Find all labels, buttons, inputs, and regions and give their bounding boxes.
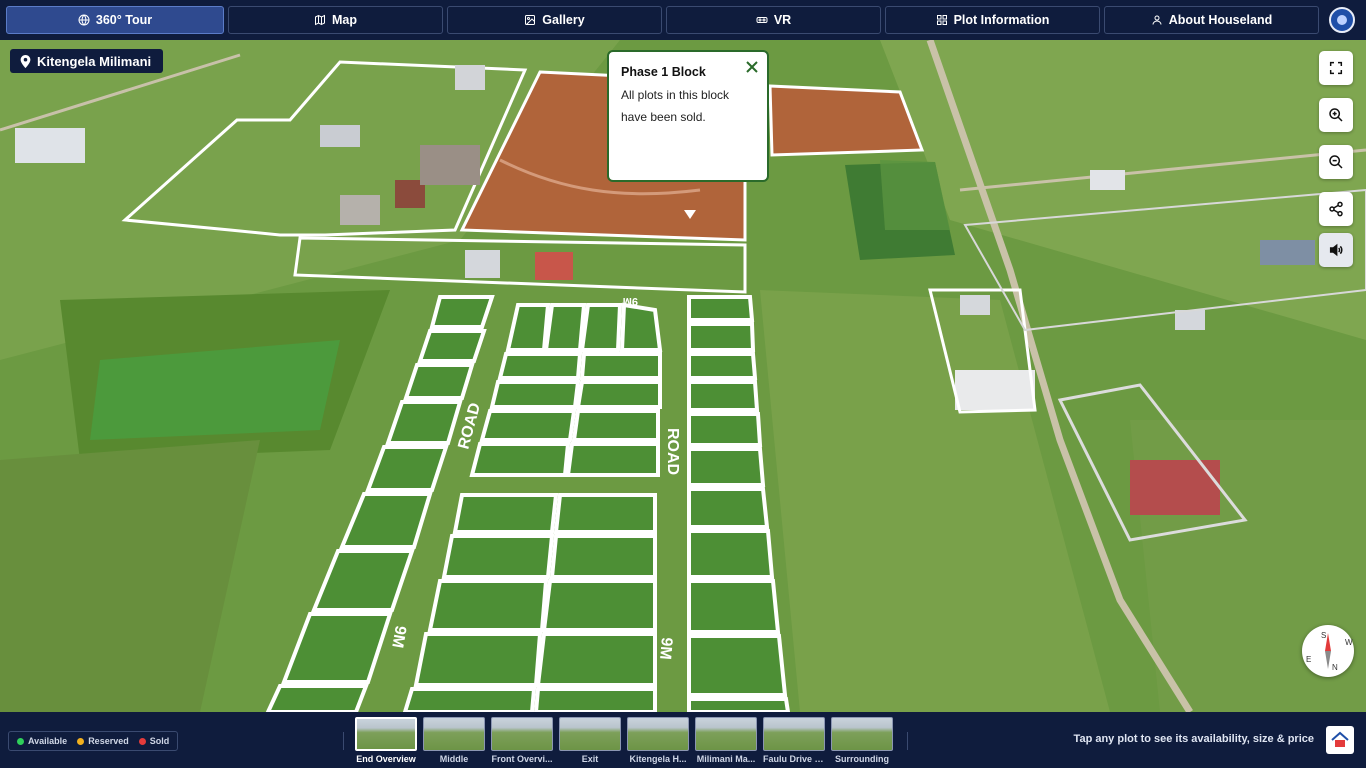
tab-label: 360° Tour	[95, 13, 153, 27]
tab-label: About Houseland	[1168, 13, 1273, 27]
legend-sold: Sold	[138, 736, 170, 746]
tab-label: Map	[332, 13, 357, 27]
zoom-in-icon	[1329, 108, 1343, 122]
compass-e-label: E	[1306, 655, 1312, 664]
zoom-in-button[interactable]	[1319, 98, 1353, 132]
tab-map[interactable]: Map	[228, 6, 443, 34]
legend-label: Sold	[149, 736, 170, 746]
availability-legend: Available Reserved Sold	[8, 731, 179, 751]
legend-reserved: Reserved	[77, 736, 129, 746]
tab-360-tour[interactable]: 360° Tour	[6, 6, 224, 34]
scene-thumb-end-overview[interactable]: End Overview	[355, 717, 417, 764]
popup-close-button[interactable]	[745, 60, 759, 74]
volume-button[interactable]	[1319, 233, 1353, 267]
tab-label: VR	[773, 13, 792, 27]
scene-thumb-kitengela[interactable]: Kitengela H...	[627, 717, 689, 764]
scene-thumb-middle[interactable]: Middle	[423, 717, 485, 764]
compass-widget[interactable]: S N W E	[1302, 625, 1354, 677]
bottom-bar: Available Reserved Sold End Overview Mid…	[0, 712, 1366, 768]
scene-thumbnail-image	[763, 717, 825, 751]
scene-thumb-milimani[interactable]: Milimani Ma...	[695, 717, 757, 764]
reserved-dot-icon	[77, 737, 85, 745]
location-badge: Kitengela Milimani	[10, 49, 164, 73]
brand-logo-button[interactable]	[1329, 7, 1355, 33]
compass-s-label: S	[1321, 631, 1327, 640]
location-label: Kitengela Milimani	[37, 53, 152, 69]
scene-thumb-label: Front Overvi...	[491, 754, 553, 764]
sold-dot-icon	[138, 737, 146, 745]
fullscreen-button[interactable]	[1319, 51, 1353, 85]
map-pin-icon	[20, 54, 31, 68]
tab-label: Plot Information	[953, 13, 1050, 27]
legend-label: Available	[28, 736, 68, 746]
scene-thumbnail-image	[831, 717, 893, 751]
grid-icon	[936, 15, 947, 25]
app-root: 360° Tour Map Gallery VR Plot Informatio…	[0, 0, 1366, 768]
globe-icon	[78, 14, 90, 26]
share-icon	[1329, 201, 1343, 217]
divider	[907, 732, 908, 750]
scene-thumb-exit[interactable]: Exit	[559, 717, 621, 764]
scene-thumbnail-image	[695, 717, 757, 751]
logo-mark-icon	[1337, 15, 1347, 25]
scene-thumbnail-image	[559, 717, 621, 751]
scene-thumb-label: Surrounding	[835, 754, 889, 764]
road-width-label: 9M	[656, 637, 675, 661]
image-icon	[525, 15, 536, 25]
plot-info-popup: Phase 1 Block All plots in this block ha…	[607, 50, 769, 182]
share-button[interactable]	[1319, 192, 1353, 226]
brand-badge[interactable]	[1326, 726, 1354, 754]
popup-body-line2: have been sold.	[621, 110, 706, 124]
user-icon	[1152, 15, 1162, 25]
scene-thumb-faulu-drive[interactable]: Faulu Drive J...	[763, 717, 825, 764]
scene-thumbnail-image	[491, 717, 553, 751]
scene-thumbnail-image	[423, 717, 485, 751]
scene-thumb-label: Faulu Drive J...	[763, 754, 825, 764]
scene-thumb-front-overview[interactable]: Front Overvi...	[491, 717, 553, 764]
scene-thumb-label: Exit	[581, 754, 599, 764]
volume-icon	[1329, 243, 1343, 257]
hotspot-marker-icon[interactable]	[684, 210, 696, 219]
legend-available: Available	[17, 736, 67, 746]
tab-gallery[interactable]: Gallery	[447, 6, 662, 34]
vr-headset-icon	[756, 17, 768, 23]
tab-vr[interactable]: VR	[666, 6, 881, 34]
tab-label: Gallery	[542, 13, 585, 27]
zoom-out-icon	[1329, 155, 1343, 169]
top-nav: 360° Tour Map Gallery VR Plot Informatio…	[0, 0, 1366, 40]
scene-thumb-label: End Overview	[356, 754, 416, 764]
scene-thumb-surrounding[interactable]: Surrounding	[831, 717, 893, 764]
tab-plot-information[interactable]: Plot Information	[885, 6, 1100, 34]
popup-body-line1: All plots in this block	[621, 88, 730, 102]
fullscreen-icon	[1329, 61, 1343, 75]
map-icon	[315, 14, 325, 26]
scene-thumb-label: Middle	[439, 754, 469, 764]
legend-label: Reserved	[88, 736, 129, 746]
compass-n-label: N	[1332, 663, 1338, 672]
scene-thumbnails: End Overview Middle Front Overvi... Exit…	[355, 717, 893, 764]
available-dot-icon	[17, 737, 24, 745]
divider	[343, 732, 344, 750]
compass-needle-icon	[1325, 633, 1331, 669]
scene-thumbnail-image	[355, 717, 417, 751]
houseland-logo-icon	[1331, 731, 1349, 747]
road-label: ROAD	[664, 428, 681, 475]
popup-title: Phase 1 Block	[621, 65, 706, 79]
tab-about-houseland[interactable]: About Houseland	[1104, 6, 1319, 34]
compass-w-label: W	[1345, 638, 1353, 647]
hint-text: Tap any plot to see its availability, si…	[1073, 733, 1314, 745]
zoom-out-button[interactable]	[1319, 145, 1353, 179]
road-width-label: 9M	[623, 295, 638, 307]
scene-thumb-label: Kitengela H...	[629, 754, 687, 764]
scene-thumbnail-image	[627, 717, 689, 751]
scene-thumb-label: Milimani Ma...	[696, 754, 756, 764]
close-icon	[746, 61, 758, 73]
